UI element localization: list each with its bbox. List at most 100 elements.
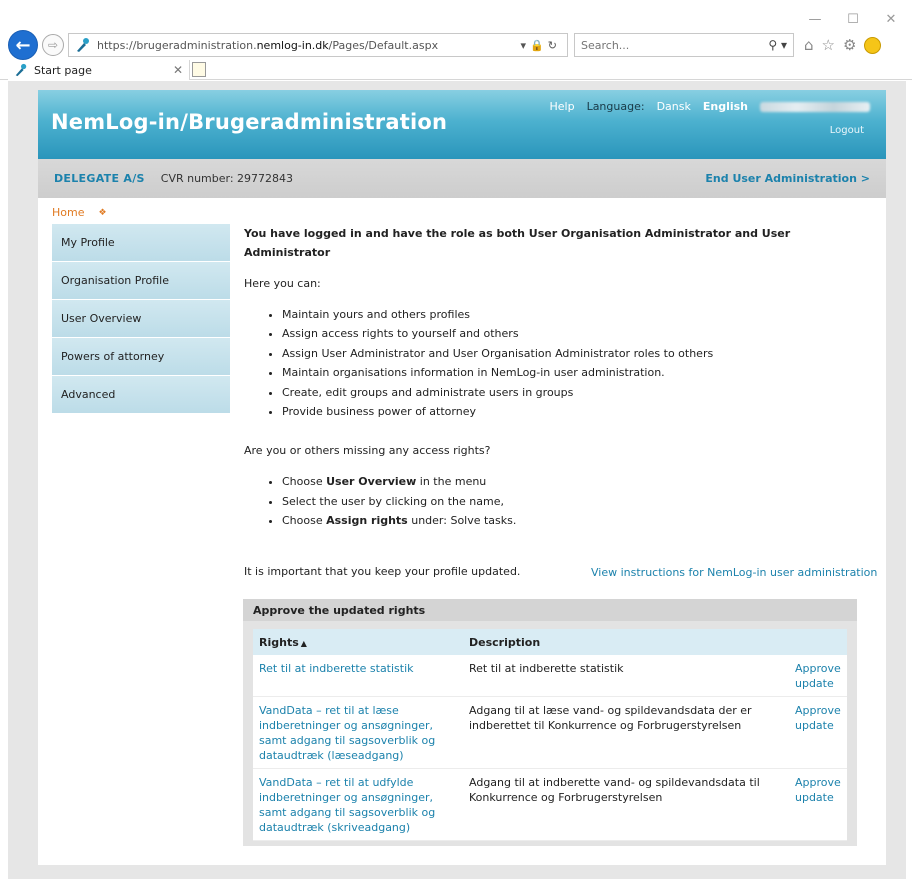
home-icon[interactable]: ⌂ [804, 36, 814, 54]
table-header-row: Rights ▲ Description [253, 629, 847, 655]
tab-strip: Start page ✕ [0, 60, 912, 80]
help-link[interactable]: Help [549, 100, 574, 113]
list-item: Choose Assign rights under: Solve tasks. [282, 511, 864, 530]
end-user-admin-link[interactable]: End User Administration > [705, 172, 870, 185]
sidebar-item-organisation-profile[interactable]: Organisation Profile [52, 262, 230, 300]
header-links: Help Language: Dansk English [549, 100, 870, 113]
sidebar-menu: My Profile Organisation Profile User Ove… [52, 224, 230, 414]
right-name-link[interactable]: VandData – ret til at læse indberetninge… [259, 704, 435, 762]
sidebar-item-user-overview[interactable]: User Overview [52, 300, 230, 338]
step-text: under: Solve tasks. [407, 514, 517, 528]
browser-toolbar-icons: ⌂ ☆ ⚙ [804, 36, 882, 54]
url-domain: nemlog-in.dk [256, 38, 329, 52]
description-column-header: Description [463, 629, 789, 655]
window-controls: — ☐ ✕ [808, 12, 898, 27]
missing-rights-question: Are you or others missing any access rig… [244, 444, 491, 458]
approve-rights-panel: Approve the updated rights Rights ▲ Descr… [243, 599, 857, 846]
address-actions[interactable]: ▾🔒↻ [521, 39, 561, 52]
right-description: Ret til at indberette statistik [463, 655, 789, 697]
minimize-icon[interactable]: — [808, 12, 822, 27]
table-row: VandData – ret til at udfylde indberetni… [253, 768, 847, 841]
sort-ascending-icon: ▲ [300, 638, 307, 648]
url-prefix: https://brugeradministration. [97, 38, 257, 52]
dropdown-icon[interactable]: ▾ [521, 39, 531, 52]
list-item: Maintain yours and others profiles [282, 305, 864, 324]
main-content: You have logged in and have the role as … [244, 224, 864, 581]
step-text: Choose [282, 475, 327, 489]
list-item: Select the user by clicking on the name, [282, 492, 864, 511]
rights-table-wrapper: Rights ▲ Description Ret til at indberett… [253, 629, 847, 841]
sidebar-item-my-profile[interactable]: My Profile [52, 224, 230, 262]
list-item: Assign User Administrator and User Organ… [282, 344, 864, 363]
approve-update-link[interactable]: Approve update [795, 662, 841, 690]
lang-dansk-link[interactable]: Dansk [657, 100, 691, 113]
approve-update-link[interactable]: Approve update [795, 704, 841, 732]
organisation-bar: DELEGATE A/S CVR number: 29772843 End Us… [38, 159, 886, 198]
new-tab-button[interactable] [192, 62, 206, 77]
right-name-link[interactable]: Ret til at indberette statistik [259, 662, 414, 675]
site-header: NemLog-in/Brugeradministration Help Lang… [38, 90, 886, 159]
sidebar-item-powers-of-attorney[interactable]: Powers of attorney [52, 338, 230, 376]
lang-english-link[interactable]: English [703, 100, 748, 113]
forward-arrow-icon: ⇨ [47, 38, 59, 52]
steps-list: Choose User Overview in the menu Select … [244, 472, 864, 530]
address-bar[interactable]: https://brugeradministration.nemlog-in.d… [68, 33, 568, 57]
favorites-star-icon[interactable]: ☆ [822, 36, 835, 54]
tab-close-icon[interactable]: ✕ [173, 63, 183, 77]
language-label: Language: [586, 100, 645, 113]
settings-gear-icon[interactable]: ⚙ [843, 36, 856, 54]
close-window-icon[interactable]: ✕ [884, 12, 898, 27]
action-column-header [789, 629, 847, 655]
approve-panel-title: Approve the updated rights [243, 599, 857, 621]
tab-title: Start page [34, 63, 92, 77]
list-item: Maintain organisations information in Ne… [282, 363, 864, 382]
search-box[interactable]: ⚲ ▾ [574, 33, 794, 57]
url-text: https://brugeradministration.nemlog-in.d… [97, 39, 521, 52]
tab-start-page[interactable]: Start page ✕ [8, 60, 190, 80]
lock-icon[interactable]: 🔒 [530, 39, 548, 52]
right-name-link[interactable]: VandData – ret til at udfylde indberetni… [259, 776, 435, 834]
user-name-redacted [760, 101, 870, 112]
capabilities-list: Maintain yours and others profiles Assig… [244, 305, 864, 421]
rights-column-header[interactable]: Rights ▲ [253, 629, 463, 655]
breadcrumb: Home ❖ [52, 206, 107, 219]
right-description: Adgang til at læse vand- og spildevandsd… [463, 696, 789, 769]
organisation-name[interactable]: DELEGATE A/S [54, 172, 145, 185]
refresh-icon[interactable]: ↻ [548, 39, 561, 52]
breadcrumb-home[interactable]: Home [52, 206, 84, 219]
list-item: Choose User Overview in the menu [282, 472, 864, 491]
cvr-number: CVR number: 29772843 [160, 172, 294, 185]
step-bold: User Overview [326, 475, 417, 489]
page-viewport: NemLog-in/Brugeradministration Help Lang… [8, 81, 906, 879]
table-row: Ret til at indberette statistik Ret til … [253, 655, 847, 697]
back-arrow-icon: ← [15, 34, 31, 56]
url-path: /Pages/Default.aspx [328, 38, 439, 52]
page-container: NemLog-in/Brugeradministration Help Lang… [38, 90, 886, 865]
table-row: VandData – ret til at læse indberetninge… [253, 696, 847, 769]
approve-update-link[interactable]: Approve update [795, 776, 841, 804]
list-item: Provide business power of attorney [282, 402, 864, 421]
tab-favicon-icon [15, 63, 27, 77]
breadcrumb-separator-icon: ❖ [98, 207, 107, 218]
right-description: Adgang til at indberette vand- og spilde… [463, 768, 789, 841]
rights-table: Rights ▲ Description Ret til at indberett… [253, 629, 847, 841]
intro-text: Here you can: [244, 277, 321, 290]
sidebar-item-advanced[interactable]: Advanced [52, 376, 230, 414]
page-title: You have logged in and have the role as … [244, 227, 791, 259]
instructions-link[interactable]: View instructions for NemLog-in user adm… [591, 566, 877, 579]
search-icon[interactable]: ⚲ ▾ [768, 38, 787, 52]
step-bold: Assign rights [326, 514, 408, 528]
list-item: Create, edit groups and administrate use… [282, 383, 864, 402]
address-toolbar: ← ⇨ https://brugeradministration.nemlog-… [8, 30, 906, 60]
back-button[interactable]: ← [8, 30, 38, 60]
feedback-smiley-icon[interactable] [864, 36, 882, 54]
forward-button[interactable]: ⇨ [42, 34, 64, 56]
step-text: Choose [282, 514, 327, 528]
maximize-icon[interactable]: ☐ [846, 12, 860, 27]
logout-link[interactable]: Logout [830, 125, 864, 136]
list-item: Assign access rights to yourself and oth… [282, 324, 864, 343]
rights-header-label: Rights [259, 635, 299, 649]
site-brand: NemLog-in/Brugeradministration [51, 110, 448, 134]
step-text: in the menu [416, 475, 487, 489]
search-input[interactable] [581, 38, 751, 52]
